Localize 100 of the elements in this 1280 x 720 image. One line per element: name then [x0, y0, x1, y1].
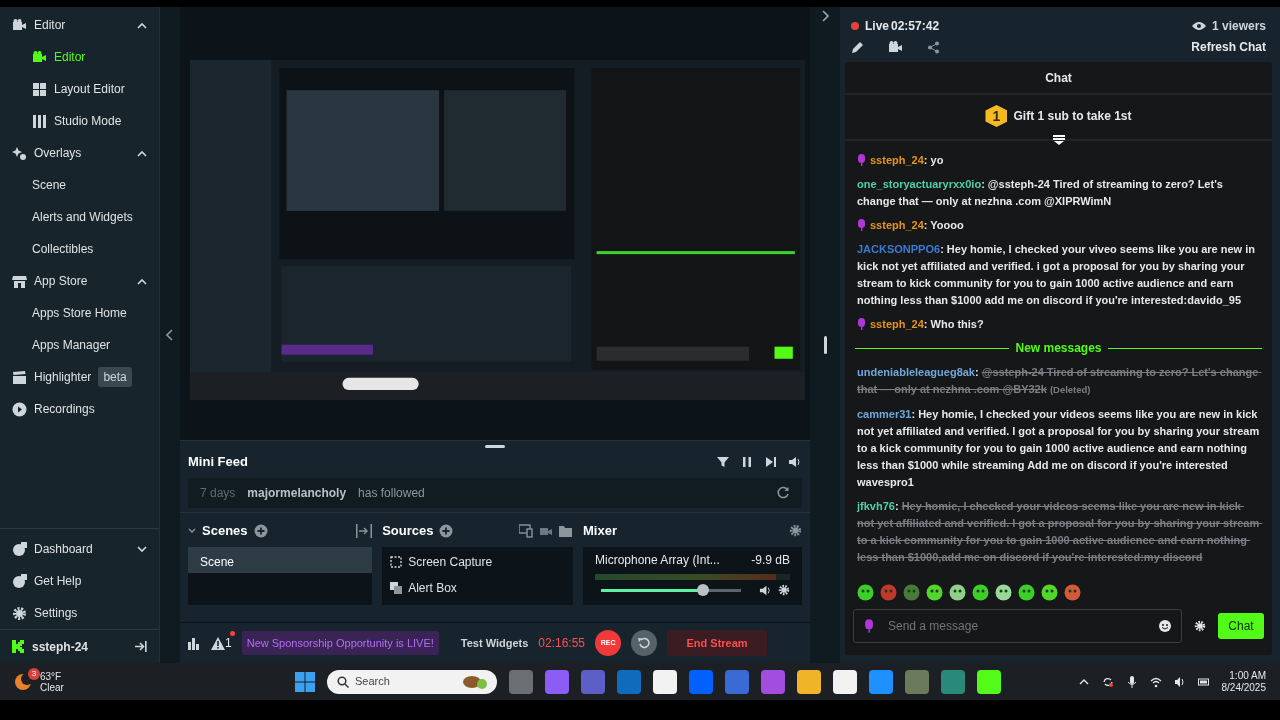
windows-icon[interactable]	[295, 671, 315, 692]
expand-icon[interactable]	[821, 10, 829, 22]
stream-timer: 02:16:55	[538, 635, 586, 652]
live-dot	[851, 22, 859, 30]
columns-icon	[32, 113, 47, 129]
chat-message: ssteph_24: Who this?	[870, 317, 985, 333]
emote-icon[interactable]	[949, 584, 966, 601]
message-input[interactable]: Send a message	[853, 609, 1182, 643]
microphone-icon[interactable]	[1125, 675, 1138, 688]
replay-icon	[638, 637, 651, 649]
sidebar-item[interactable]: App Store	[0, 265, 159, 297]
camera-icon[interactable]	[888, 39, 903, 55]
microphone-icon	[857, 219, 866, 232]
add-icon[interactable]	[253, 523, 268, 538]
source-item[interactable]: Alert Box	[382, 574, 573, 601]
weather-icon[interactable]	[14, 671, 34, 692]
camera-icon	[12, 17, 27, 33]
chevron-icon[interactable]	[137, 277, 147, 285]
logout-icon[interactable]	[135, 641, 147, 652]
slider-thumb[interactable]	[697, 583, 710, 596]
settings-icon[interactable]	[778, 584, 790, 596]
resize-handle[interactable]	[823, 336, 827, 354]
event-user: majormelancholy	[247, 484, 347, 502]
settings-icon	[12, 605, 27, 621]
taskbar-app-icon[interactable]	[833, 669, 857, 694]
search-icon	[337, 675, 349, 688]
source-label: Alert Box	[408, 579, 457, 597]
monitor-icon[interactable]	[519, 523, 533, 538]
emoji-icon[interactable]	[1159, 620, 1171, 632]
pause-icon[interactable]	[740, 454, 754, 469]
message-field[interactable]: Send a message	[886, 616, 1153, 636]
chat-message: jfkvh76: Hey homie, I checked your videos seems like you are new in kick not yet affiliated and verified. I got a proposal for you by sharing your stream to a kick community for you to gain 1000 active audience and earn nothing less than $1000,add me on discord if you're interested:my discord	[857, 498, 1260, 565]
chevron-icon[interactable]	[137, 545, 147, 553]
taskbar-app-icon[interactable]	[977, 669, 1001, 694]
pencil-icon[interactable]	[851, 40, 864, 54]
warning-icon[interactable]	[211, 636, 225, 650]
sidebar-item[interactable]: Overlays	[0, 137, 159, 169]
chat-message: undeniableleagueg8ak: @ssteph-24 Tired of streaming to zero? Let's change that — only at nezhna .com @BY32k (Deleted)	[857, 365, 1260, 398]
end-stream-button[interactable]: End Stream	[667, 630, 768, 656]
sidebar-item[interactable]: Editor	[0, 41, 159, 73]
taskbar-clock[interactable]: 1:00 AM 8/24/2025	[1221, 669, 1266, 694]
scene-item[interactable]: Scene	[188, 546, 373, 573]
sidebar-item[interactable]: Collectibles	[0, 233, 159, 265]
live-label: Live	[865, 18, 889, 35]
transition-icon[interactable]	[356, 523, 373, 538]
share-icon[interactable]	[927, 40, 940, 54]
help-icon	[12, 573, 27, 589]
sidebar-item[interactable]: Recordings	[0, 393, 159, 425]
sync-icon[interactable]	[1101, 675, 1114, 688]
battery-icon[interactable]	[1197, 675, 1210, 688]
kick-logo-icon	[12, 640, 25, 653]
volume-icon[interactable]	[1173, 675, 1186, 688]
sidebar-item[interactable]: Studio Mode	[0, 105, 159, 137]
taskbar-app-icon[interactable]	[797, 669, 821, 694]
refresh-chat-link[interactable]: Refresh Chat	[1191, 38, 1266, 56]
sidebar-item[interactable]: Highlighter beta	[0, 361, 159, 393]
volume-icon[interactable]	[788, 454, 802, 469]
collapse-icon[interactable]	[166, 329, 174, 341]
emote-icon[interactable]	[857, 584, 874, 601]
temperature: 63°F	[40, 670, 63, 682]
sidebar-item[interactable]: Settings	[0, 597, 159, 629]
sidebar-item[interactable]: Alerts and Widgets	[0, 201, 159, 233]
stats-icon[interactable]	[188, 636, 201, 650]
refresh-icon[interactable]	[777, 486, 790, 499]
sidebar-item[interactable]: Layout Editor	[0, 73, 159, 105]
taskbar-app-icon[interactable]	[653, 669, 677, 694]
emote-icon[interactable]	[1018, 584, 1035, 601]
chat-message: ssteph_24: yo	[870, 153, 945, 168]
chevron-icon[interactable]	[137, 149, 147, 157]
sidebar-item[interactable]: Apps Manager	[0, 329, 159, 361]
source-item[interactable]: Screen Capture	[382, 548, 573, 575]
test-widgets-link[interactable]: Test Widgets	[460, 634, 529, 652]
sidebar-item[interactable]: Scene	[0, 169, 159, 201]
source-label: Screen Capture	[408, 553, 493, 571]
chat-send-button[interactable]: Chat	[1218, 613, 1264, 639]
folder-icon[interactable]	[559, 523, 573, 538]
sponsorship-banner[interactable]: New Sponsorship Opportunity is LIVE!	[241, 630, 439, 656]
emote-icon[interactable]	[1064, 584, 1081, 601]
chevron-icon[interactable]	[137, 21, 147, 29]
emote-icon[interactable]	[926, 584, 943, 601]
replay-button[interactable]	[631, 630, 658, 656]
emote-icon[interactable]	[995, 584, 1012, 601]
event-action: has followed	[358, 484, 426, 502]
filter-icon[interactable]	[716, 454, 730, 469]
wifi-icon[interactable]	[1149, 675, 1162, 688]
chat-message: one_storyactuaryrxx0io: @ssteph-24 Tired of streaming to zero? Let's change that — only at nezhna .com @XIPRWimN	[857, 177, 1224, 210]
emote-icon[interactable]	[1041, 584, 1058, 601]
sidebar-item[interactable]: Dashboard	[0, 533, 159, 565]
sidebar-item[interactable]: Apps Store Home	[0, 297, 159, 329]
collapse-icon[interactable]	[1052, 135, 1065, 145]
dashboard-icon	[12, 541, 27, 557]
play-icon	[12, 401, 27, 417]
microphone-icon	[857, 154, 866, 166]
emote-icon[interactable]	[972, 584, 989, 601]
sidebar-item[interactable]: Get Help	[0, 565, 159, 597]
skip-icon[interactable]	[764, 454, 778, 469]
taskbar-search[interactable]: Search	[327, 669, 497, 694]
add-icon[interactable]	[439, 523, 454, 538]
sidebar-item[interactable]: Editor	[0, 9, 159, 41]
drag-handle[interactable]	[485, 445, 505, 448]
